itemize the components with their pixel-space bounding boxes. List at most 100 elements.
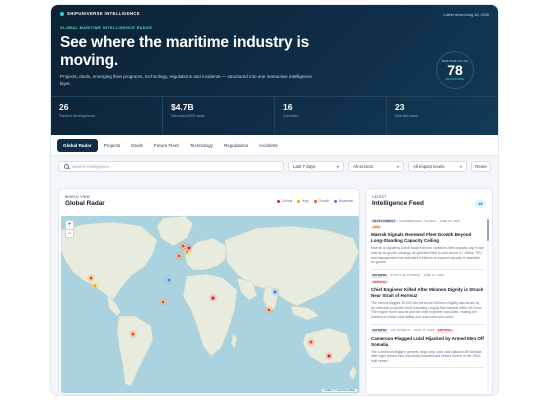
zoom-controls: + −	[65, 220, 74, 238]
feed-item-title[interactable]: Chief Engineer Killed After Minmon Digni…	[371, 287, 484, 299]
category-chip: INCIDENT	[371, 328, 389, 333]
legend-label: Critical	[281, 199, 293, 203]
feed-item-title[interactable]: Cameroon-Flagged Lutaf Hijacked by Armed…	[371, 336, 484, 348]
map-marker-moderate[interactable]	[272, 289, 278, 295]
feed-item-meta: STRAIT OF HORMUZ · JUNE 14, 2026	[390, 274, 445, 278]
legend-high: High	[297, 199, 309, 203]
kpi-disclosed-value: $4.7B Disclosed USD value	[163, 97, 275, 135]
feed-item-tags: DEVELOPMENT SUPERBRAGER / GLOBAL · JUNE …	[371, 219, 484, 224]
feed-item-body: Maersk is signaling a shift away from th…	[371, 246, 484, 265]
impact-select[interactable]: All impact levels ▾	[408, 161, 467, 172]
tab-incidents[interactable]: Incidents	[254, 140, 282, 151]
sector-select[interactable]: All sectors ▾	[348, 161, 404, 172]
chevron-down-icon: ▾	[396, 164, 399, 169]
feed-list: DEVELOPMENT SUPERBRAGER / GLOBAL · JUNE …	[371, 219, 484, 372]
feed-item-tags: INCIDENT OFF SOMALIA · JUNE 16, 2026 CRI…	[371, 328, 484, 333]
incident-markers-layer	[87, 242, 333, 360]
kpi-label: Countries	[283, 114, 299, 118]
feed-item-meta: OFF SOMALIA · JUNE 16, 2026	[390, 329, 435, 333]
legend-label: High	[301, 199, 309, 203]
legend-growth: Growth	[313, 199, 330, 203]
category-chip: DEVELOPMENT	[371, 219, 397, 224]
map-marker-growth[interactable]	[180, 243, 186, 249]
kpi-value: 16	[283, 102, 293, 112]
impact-badge: HIGH	[371, 225, 382, 230]
hero-subtitle: Projects, deals, emerging fleet programs…	[60, 74, 312, 86]
hero-title: See where the maritime industry is movin…	[60, 34, 310, 69]
section-tabs: Global Radar Projects Deals Future Fleet…	[51, 135, 498, 156]
moderate-dot-icon	[334, 199, 338, 203]
tab-regulations[interactable]: Regulations	[219, 140, 253, 151]
search-box[interactable]	[58, 161, 284, 172]
feed-title: Intelligence Feed	[372, 200, 424, 207]
tab-deals[interactable]: Deals	[126, 140, 148, 151]
map-marker-growth[interactable]	[88, 275, 94, 281]
map-marker-growth[interactable]	[176, 253, 182, 259]
period-value: Last 7 days	[293, 164, 316, 169]
map-marker-growth[interactable]	[266, 307, 272, 313]
map-marker-growth[interactable]	[160, 299, 166, 305]
feed-count-badge: 26	[475, 200, 486, 208]
map-marker-critical[interactable]	[186, 245, 192, 251]
category-chip: INCIDENT	[371, 273, 389, 278]
feed-scrollbar[interactable]	[486, 219, 489, 391]
sector-value: All sectors	[353, 164, 374, 169]
chevron-down-icon: ▾	[459, 164, 462, 169]
brand-name: SHIPUNIVERSE INTELLIGENCE	[67, 11, 141, 16]
tab-projects[interactable]: Projects	[99, 140, 126, 151]
impact-badge: CRITICAL	[436, 328, 454, 333]
kpi-new-this-week: 23 New this week	[387, 97, 498, 135]
feed-item-body: The Liberia-flagged 15,000 dwt personnel…	[371, 301, 483, 319]
zoom-out-button[interactable]: −	[66, 229, 73, 237]
kpi-value: 26	[59, 102, 69, 112]
kpi-value: 23	[395, 102, 405, 112]
map-attribution[interactable]: Leaflet | © OpenStreetMap	[322, 389, 357, 392]
brand-logo-icon	[60, 11, 64, 16]
intelligence-feed-card: LATEST Intelligence Feed 26 DEVELOPMENT …	[365, 188, 493, 395]
feed-item-tags: INCIDENT STRAIT OF HORMUZ · JUNE 14, 202…	[371, 273, 484, 278]
tab-global-radar[interactable]: Global Radar	[57, 138, 98, 152]
kpi-label: Tracked developments	[59, 114, 96, 118]
map-marker-growth[interactable]	[130, 331, 136, 337]
kpi-tracked: 26 Tracked developments	[51, 97, 163, 135]
impact-badge: CRITICAL	[371, 279, 389, 285]
feed-item-badges: CRITICAL	[371, 279, 484, 285]
feed-item-meta: SUPERBRAGER / GLOBAL · JUNE 18, 2026	[398, 219, 461, 223]
latest-record: Latest record Aug 16, 2026	[443, 13, 489, 17]
feed-item-title[interactable]: Maersk Signals Renewed Fleet Growth Beyo…	[371, 232, 484, 244]
legend-label: Moderate	[338, 199, 353, 203]
zoom-in-button[interactable]: +	[66, 221, 73, 229]
kpi-strip: 26 Tracked developments $4.7B Disclosed …	[51, 96, 498, 135]
feed-item[interactable]: INCIDENT OFF SOMALIA · JUNE 16, 2026 CRI…	[371, 328, 484, 369]
map-marker-high[interactable]	[92, 283, 98, 289]
kpi-value: $4.7B	[171, 102, 194, 112]
kpi-label: New this week	[395, 114, 419, 118]
feed-scroll-thumb[interactable]	[486, 219, 489, 241]
feed-item-body: The Cameroon-flagged general cargo ship …	[371, 349, 482, 363]
map-title: Global Radar	[65, 200, 105, 207]
kpi-label: Disclosed USD value	[171, 114, 205, 118]
search-input[interactable]	[72, 164, 272, 169]
period-select[interactable]: Last 7 days ▾	[288, 161, 344, 172]
legend-moderate: Moderate	[334, 199, 353, 203]
world-map[interactable]: + − Leaflet | © OpenStreetMap	[61, 216, 359, 393]
app-window: SHIPUNIVERSE INTELLIGENCE Latest record …	[50, 4, 499, 396]
map-marker-critical[interactable]	[210, 295, 216, 301]
map-marker-growth[interactable]	[308, 339, 314, 345]
filter-bar: Last 7 days ▾ All sectors ▾ All impact l…	[51, 156, 498, 178]
impact-value: All impact levels	[413, 164, 445, 169]
feed-eyebrow: LATEST	[372, 195, 387, 199]
global-radar-card: WORLD VIEW Global Radar Critical High Gr…	[58, 188, 360, 395]
legend-label: Growth	[318, 199, 330, 203]
map-marker-critical[interactable]	[326, 353, 332, 359]
reset-button[interactable]: Reset	[471, 161, 491, 172]
brand[interactable]: SHIPUNIVERSE INTELLIGENCE	[60, 11, 489, 16]
tab-technology[interactable]: Technology	[185, 140, 218, 151]
feed-item[interactable]: INCIDENT STRAIT OF HORMUZ · JUNE 14, 202…	[371, 273, 484, 325]
growth-dot-icon	[313, 199, 317, 203]
tab-future-fleet[interactable]: Future Fleet	[149, 140, 184, 151]
kpi-countries: 16 Countries	[275, 97, 387, 135]
map-marker-moderate[interactable]	[166, 277, 172, 283]
feed-item[interactable]: DEVELOPMENT SUPERBRAGER / GLOBAL · JUNE …	[371, 219, 484, 270]
pulse-status: ELEVATED	[446, 76, 464, 81]
